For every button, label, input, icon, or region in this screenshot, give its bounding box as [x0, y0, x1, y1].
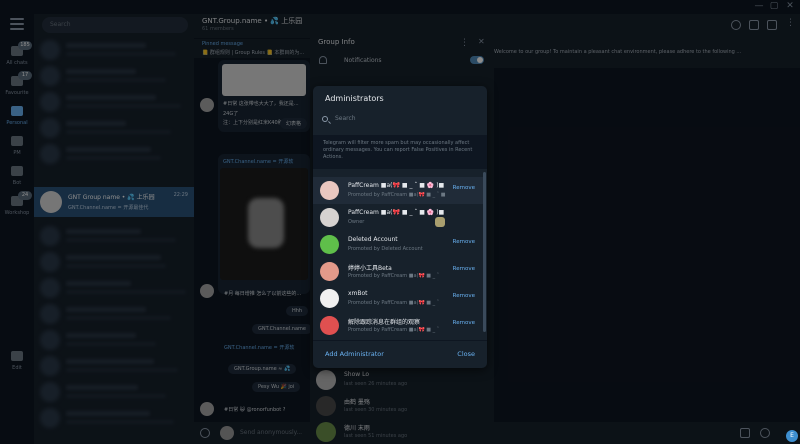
remove-button[interactable]: Remove	[453, 266, 475, 272]
notification-badge[interactable]: E	[786, 430, 798, 442]
remove-button[interactable]: Remove	[453, 293, 475, 299]
admin-row[interactable]: PaffCream ■a(🎀 ■ _ ˆ ■ 🌸 )■ Promoted by …	[313, 177, 483, 204]
admin-status: Promoted by PaffCream ■a(🎀 ■ _ ˆ	[348, 273, 440, 279]
search-icon	[322, 116, 328, 122]
administrators-dialog: Administrators Search Telegram will filt…	[313, 86, 487, 368]
owner-sticker-icon	[435, 217, 445, 227]
admin-name: PaffCream ■a(🎀 ■ _ ˆ ■ 🌸 )■	[348, 209, 445, 216]
remove-button[interactable]: Remove	[453, 239, 475, 245]
admin-name: PaffCream ■a(🎀 ■ _ ˆ ■ 🌸 )■	[348, 182, 445, 189]
app-window: — ▢ ✕ 185 All chats 17 Favourite Persona…	[0, 0, 800, 444]
admin-name: 解除跟踪消息在群组的观察	[348, 319, 421, 326]
close-button[interactable]: Close	[457, 350, 475, 358]
admin-row[interactable]: Deleted Account Promoted by Deleted Acco…	[313, 231, 483, 258]
admin-name: Deleted Account	[348, 236, 398, 243]
avatar	[320, 208, 339, 227]
admin-row[interactable]: xmBot Promoted by PaffCream ■a(🎀 ■ _ ˆ R…	[313, 285, 483, 312]
admin-row[interactable]: 解除跟踪消息在群组的观察 Promoted by PaffCream ■a(🎀 …	[313, 312, 483, 339]
add-administrator-button[interactable]: Add Administrator	[325, 350, 384, 358]
admin-status: Promoted by PaffCream ■a(🎀 ■ _ ˆ	[348, 300, 440, 306]
admin-status: Owner	[348, 219, 365, 225]
avatar	[320, 181, 339, 200]
antispam-note: Telegram will filter more spam but may o…	[313, 135, 487, 169]
admin-search-input[interactable]: Search	[319, 112, 481, 128]
admin-status: Promoted by Deleted Account	[348, 246, 423, 252]
admin-status: Promoted by PaffCream ■a(🎀 ■ _ ˆ	[348, 327, 440, 333]
dialog-title: Administrators	[325, 94, 384, 103]
remove-button[interactable]: Remove	[453, 320, 475, 326]
remove-button[interactable]: Remove	[453, 185, 475, 191]
avatar	[320, 262, 339, 281]
admin-row[interactable]: PaffCream ■a(🎀 ■ _ ˆ ■ 🌸 )■ Owner	[313, 204, 483, 231]
admin-name: 婷婷小工具Beta	[348, 265, 392, 272]
admin-name: xmBot	[348, 290, 368, 297]
admin-row[interactable]: 婷婷小工具Beta Promoted by PaffCream ■a(🎀 ■ _…	[313, 258, 483, 285]
search-placeholder: Search	[335, 115, 356, 122]
avatar	[320, 316, 339, 335]
scrollbar[interactable]	[483, 172, 486, 332]
avatar	[320, 289, 339, 308]
ghost-avatar-icon	[320, 235, 339, 254]
admin-status: Promoted by PaffCream ■a(🎀 ■ _ ˆ ■	[348, 192, 446, 198]
dialog-footer: Add Administrator Close	[313, 340, 487, 368]
